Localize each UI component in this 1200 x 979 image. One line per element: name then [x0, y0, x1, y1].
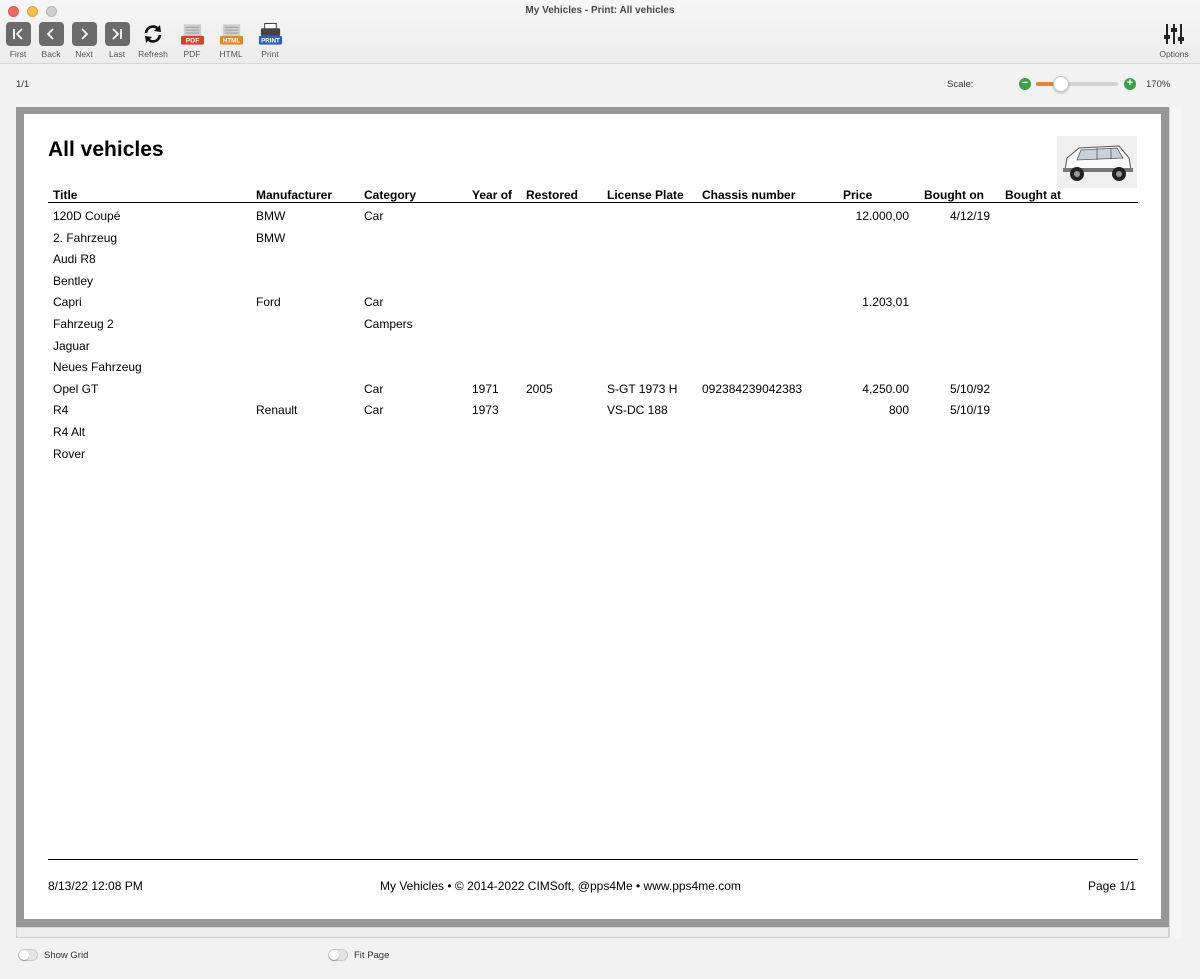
zoom-slider-knob[interactable]: [1052, 76, 1069, 92]
html-icon: HTML: [219, 22, 244, 46]
footer-page-number: Page 1/1: [1088, 879, 1137, 893]
table-cell: 5/10/19: [949, 403, 990, 418]
table-cell: R4 Alt: [53, 425, 86, 439]
table-cell: Car: [364, 209, 384, 223]
sliders-icon: [1164, 24, 1184, 44]
table-cell: 12.000,00: [855, 209, 909, 223]
table-cell: Opel GT: [53, 381, 99, 396]
title-bar: My Vehicles - Print: All vehicles First …: [0, 0, 1200, 64]
table-cell: 1.203,01: [862, 295, 909, 310]
table-cell: BMW: [256, 230, 286, 245]
table-cell: Fahrzeug 2: [53, 317, 114, 331]
first-page-button[interactable]: First: [4, 22, 32, 59]
table-cell: 800: [888, 403, 909, 418]
back-button[interactable]: Back: [37, 22, 65, 59]
refresh-icon: [141, 22, 166, 46]
zoom-slider[interactable]: [1036, 76, 1118, 92]
scale-label: Scale:: [947, 79, 974, 90]
table-cell: 092384239042383: [702, 381, 803, 396]
table-cell: Renault: [256, 403, 298, 418]
svg-text:PDF: PDF: [185, 38, 198, 45]
column-header: Category: [364, 188, 417, 202]
table-cell: 4/12/19: [949, 209, 990, 223]
next-button[interactable]: Next: [70, 22, 98, 59]
pdf-icon: PDF: [180, 22, 205, 46]
column-header: License Plate: [607, 188, 684, 202]
table-cell: Car: [364, 381, 384, 396]
header-divider: [48, 202, 1138, 203]
options-button[interactable]: Options: [1158, 22, 1190, 59]
window-title: My Vehicles - Print: All vehicles: [525, 5, 675, 16]
toolbar: First Back Next Last Refresh PDF PDF HTM…: [4, 22, 287, 59]
column-header: Title: [53, 188, 78, 202]
table-cell: Capri: [53, 295, 82, 310]
next-icon: [71, 22, 97, 46]
table-cell: Bentley: [53, 273, 94, 288]
printer-icon: PRINT: [258, 22, 283, 46]
table-cell: Car: [364, 403, 384, 418]
column-header: Bought on: [924, 188, 984, 202]
footer-divider: [48, 859, 1138, 860]
car-icon: [1057, 136, 1137, 188]
horizontal-scrollbar[interactable]: [16, 927, 1169, 938]
table-cell: Audi R8: [53, 252, 96, 267]
column-header: Restored: [526, 188, 579, 202]
show-grid-toggle[interactable]: [18, 949, 38, 961]
refresh-button[interactable]: Refresh: [136, 22, 170, 59]
first-page-icon: [5, 22, 31, 46]
column-header: Year of: [472, 188, 513, 202]
svg-text:HTML: HTML: [222, 38, 240, 45]
table-cell: S-GT 1973 H: [607, 381, 678, 396]
report-page: All vehicles Title Manufacturer Category Ye…: [24, 114, 1161, 919]
pdf-export-button[interactable]: PDF PDF: [175, 22, 209, 59]
html-export-button[interactable]: HTML HTML: [214, 22, 248, 59]
fit-page-label: Fit Page: [354, 949, 390, 961]
last-page-icon: [104, 22, 130, 46]
zoom-value: 170%: [1146, 79, 1171, 90]
table-cell: 1973: [472, 403, 499, 418]
vertical-scrollbar[interactable]: [1169, 107, 1181, 938]
table-cell: BMW: [256, 209, 286, 223]
table-cell: 2005: [526, 381, 553, 396]
table-cell: Car: [364, 295, 384, 310]
table-cell: R4: [53, 403, 69, 418]
table-cell: 4,250.00: [862, 381, 909, 396]
page-counter: 1/1: [16, 79, 30, 90]
report-title: All vehicles: [48, 138, 164, 161]
svg-text:PRINT: PRINT: [261, 38, 280, 45]
column-header: Price: [843, 188, 873, 202]
column-header: Bought at: [1005, 188, 1061, 202]
table-cell: 5/10/92: [949, 381, 990, 396]
column-header: Chassis number: [702, 188, 796, 202]
fit-page-toggle[interactable]: [328, 949, 348, 961]
table-cell: VS-DC 188: [607, 403, 668, 418]
table-cell: Jaguar: [53, 338, 90, 353]
show-grid-label: Show Grid: [44, 949, 89, 961]
last-page-button[interactable]: Last: [103, 22, 131, 59]
footer-date: 8/13/22 12:08 PM: [48, 879, 143, 893]
back-icon: [38, 22, 64, 46]
zoom-out-icon[interactable]: −: [1019, 78, 1031, 90]
table-cell: Campers: [364, 317, 413, 331]
table-cell: Rover: [53, 446, 86, 461]
car-thumbnail: [1057, 136, 1137, 188]
table-cell: 120D Coupé: [53, 209, 121, 223]
fit-page-option: Fit Page: [328, 949, 389, 961]
zoom-in-icon[interactable]: +: [1124, 78, 1136, 90]
show-grid-option: Show Grid: [18, 949, 88, 961]
print-button[interactable]: PRINT Print: [253, 22, 287, 59]
table-cell: Ford: [256, 295, 281, 310]
column-header: Manufacturer: [256, 188, 333, 202]
table-cell: 1971: [472, 381, 499, 396]
footer-copyright: My Vehicles • © 2014-2022 CIMSoft, @pps4…: [380, 879, 741, 893]
table-cell: Neues Fahrzeug: [53, 360, 142, 375]
table-cell: 2. Fahrzeug: [53, 230, 118, 245]
